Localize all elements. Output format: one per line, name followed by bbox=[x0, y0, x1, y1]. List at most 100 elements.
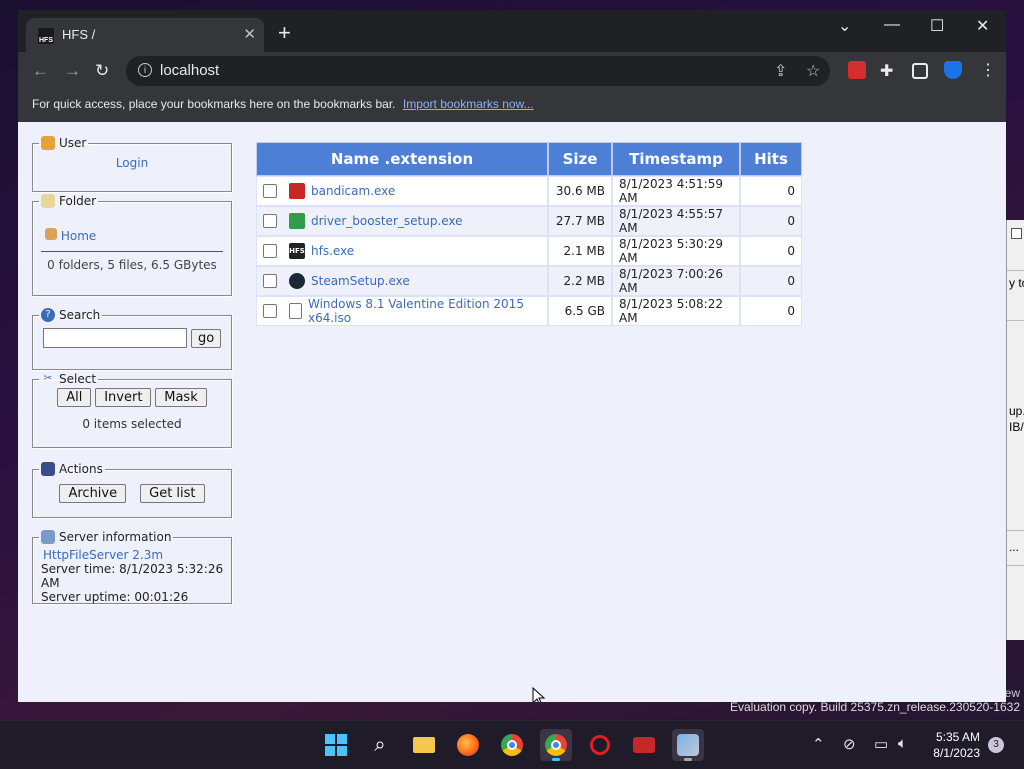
row-checkbox[interactable] bbox=[263, 304, 277, 318]
forward-arrow-icon[interactable]: → bbox=[64, 61, 81, 81]
gear-app-icon[interactable] bbox=[584, 729, 616, 761]
share-icon[interactable]: ⇪ bbox=[774, 61, 787, 81]
firefox-icon[interactable] bbox=[452, 729, 484, 761]
file-link[interactable]: bandicam.exe bbox=[311, 184, 395, 198]
search-icon[interactable]: ⌕ bbox=[364, 729, 396, 761]
background-text: ... bbox=[1009, 540, 1020, 554]
server-icon bbox=[41, 530, 55, 544]
bookmark-star-icon[interactable]: ☆ bbox=[806, 61, 820, 81]
col-name-header[interactable]: Name .extension bbox=[256, 142, 548, 176]
server-uptime: Server uptime: 00:01:26 bbox=[41, 590, 189, 604]
steam-icon bbox=[289, 273, 305, 289]
search-input[interactable] bbox=[43, 328, 187, 348]
new-tab-button[interactable]: + bbox=[278, 22, 291, 44]
bookmarks-prompt: For quick access, place your bookmarks h… bbox=[32, 97, 396, 111]
home-icon bbox=[45, 228, 57, 240]
search-go-button[interactable]: go bbox=[191, 328, 222, 348]
url-text[interactable]: localhost bbox=[160, 62, 219, 79]
extensions-puzzle-icon[interactable]: ✚ bbox=[880, 61, 893, 81]
hfs-favicon-icon: HFS bbox=[38, 28, 54, 44]
file-size: 2.1 MB bbox=[548, 236, 612, 266]
actions-panel: Actions Archive Get list bbox=[32, 462, 232, 518]
network-disconnected-icon[interactable]: ⊘ bbox=[843, 735, 856, 753]
row-checkbox[interactable] bbox=[263, 244, 277, 258]
user-icon bbox=[41, 136, 55, 150]
display-icon[interactable]: ▭ bbox=[874, 735, 888, 753]
bandicam-icon[interactable] bbox=[628, 729, 660, 761]
file-hits: 0 bbox=[740, 176, 802, 206]
divider bbox=[1007, 565, 1024, 566]
col-timestamp-header[interactable]: Timestamp bbox=[612, 142, 740, 176]
divider bbox=[1007, 270, 1024, 271]
get-list-button[interactable]: Get list bbox=[140, 484, 205, 503]
folder-panel: Folder Home 0 folders, 5 files, 6.5 GByt… bbox=[32, 194, 232, 296]
col-size-header[interactable]: Size bbox=[548, 142, 612, 176]
panel-legend: User bbox=[39, 136, 88, 150]
legend-text: Folder bbox=[59, 194, 97, 208]
login-link[interactable]: Login bbox=[116, 156, 148, 170]
file-timestamp: 8/1/2023 5:08:22 AM bbox=[612, 296, 740, 326]
maximize-icon[interactable]: ☐ bbox=[930, 16, 944, 36]
background-window: y to up. IB/s ... bbox=[1006, 220, 1024, 640]
notification-badge[interactable]: 3 bbox=[988, 737, 1004, 753]
side-panel-icon[interactable] bbox=[912, 63, 928, 79]
save-disk-icon bbox=[41, 462, 55, 476]
panel-legend: ✂ Select bbox=[39, 372, 98, 386]
col-hits-header[interactable]: Hits bbox=[740, 142, 802, 176]
row-checkbox[interactable] bbox=[263, 214, 277, 228]
minimize-icon[interactable]: — bbox=[884, 16, 900, 34]
home-link[interactable]: Home bbox=[61, 229, 96, 243]
background-checkbox bbox=[1011, 228, 1022, 239]
address-bar[interactable]: i localhost ⇪ ☆ bbox=[126, 56, 830, 86]
back-arrow-icon[interactable]: ← bbox=[32, 61, 49, 81]
menu-kebab-icon[interactable]: ⋮ bbox=[980, 60, 996, 80]
server-version-link[interactable]: HttpFileServer 2.3m bbox=[41, 548, 231, 562]
file-link[interactable]: driver_booster_setup.exe bbox=[311, 214, 463, 228]
tab-close-icon[interactable]: ✕ bbox=[243, 25, 256, 43]
tray-chevron-up-icon[interactable]: ⌃ bbox=[812, 735, 825, 753]
volume-icon[interactable]: 🔈︎ bbox=[898, 735, 907, 752]
archive-button[interactable]: Archive bbox=[59, 484, 127, 503]
file-link[interactable]: SteamSetup.exe bbox=[311, 274, 410, 288]
legend-text: Server information bbox=[59, 530, 172, 544]
divider bbox=[1007, 530, 1024, 531]
chrome-active-icon[interactable] bbox=[540, 729, 572, 761]
background-text: y to bbox=[1009, 276, 1024, 290]
chrome-icon[interactable] bbox=[496, 729, 528, 761]
selection-status: 0 items selected bbox=[82, 417, 182, 431]
row-checkbox[interactable] bbox=[263, 184, 277, 198]
row-checkbox[interactable] bbox=[263, 274, 277, 288]
shield-extension-icon[interactable] bbox=[944, 61, 962, 79]
file-timestamp: 8/1/2023 7:00:26 AM bbox=[612, 266, 740, 296]
file-explorer-icon[interactable] bbox=[408, 729, 440, 761]
tab-search-chevron-icon[interactable]: ⌄ bbox=[838, 16, 851, 36]
mask-button[interactable]: Mask bbox=[155, 388, 207, 407]
hfs-icon: HFS bbox=[289, 243, 305, 259]
clock-time: 5:35 AM bbox=[935, 730, 980, 744]
select-panel: ✂ Select All Invert Mask 0 items selecte… bbox=[32, 372, 232, 448]
start-windows-icon[interactable] bbox=[320, 729, 352, 761]
invert-button[interactable]: Invert bbox=[95, 388, 152, 407]
tab-hfs[interactable]: HFS HFS / ✕ bbox=[26, 18, 264, 52]
tab-title: HFS / bbox=[62, 27, 96, 42]
hfs-app-icon[interactable] bbox=[672, 729, 704, 761]
bandicam-icon bbox=[289, 183, 305, 199]
import-bookmarks-link[interactable]: Import bookmarks now... bbox=[403, 97, 534, 111]
table-row: SteamSetup.exe 2.2 MB 8/1/2023 7:00:26 A… bbox=[256, 266, 802, 296]
system-clock[interactable]: 5:35 AM 8/1/2023 bbox=[933, 729, 980, 761]
close-window-icon[interactable]: ✕ bbox=[976, 16, 989, 36]
file-size: 6.5 GB bbox=[548, 296, 612, 326]
file-link[interactable]: Windows 8.1 Valentine Edition 2015 x64.i… bbox=[308, 297, 541, 325]
extension-red-icon[interactable] bbox=[848, 61, 866, 79]
browser-toolbar: ← → ↻ i localhost ⇪ ☆ ✚ ⋮ bbox=[18, 52, 1006, 90]
divider bbox=[1007, 320, 1024, 321]
scissors-icon: ✂ bbox=[43, 373, 53, 384]
site-info-icon[interactable]: i bbox=[138, 63, 152, 77]
file-list-table: Name .extension Size Timestamp Hits band… bbox=[256, 142, 802, 326]
file-link[interactable]: hfs.exe bbox=[311, 244, 354, 258]
reload-icon[interactable]: ↻ bbox=[95, 61, 109, 81]
mouse-cursor-icon bbox=[532, 687, 546, 702]
legend-text: User bbox=[59, 136, 87, 150]
taskbar: ⌕ ⌃ ⊘ ▭ 🔈︎ 5:35 AM 8/1/2023 3 bbox=[0, 720, 1024, 769]
select-all-button[interactable]: All bbox=[57, 388, 92, 407]
